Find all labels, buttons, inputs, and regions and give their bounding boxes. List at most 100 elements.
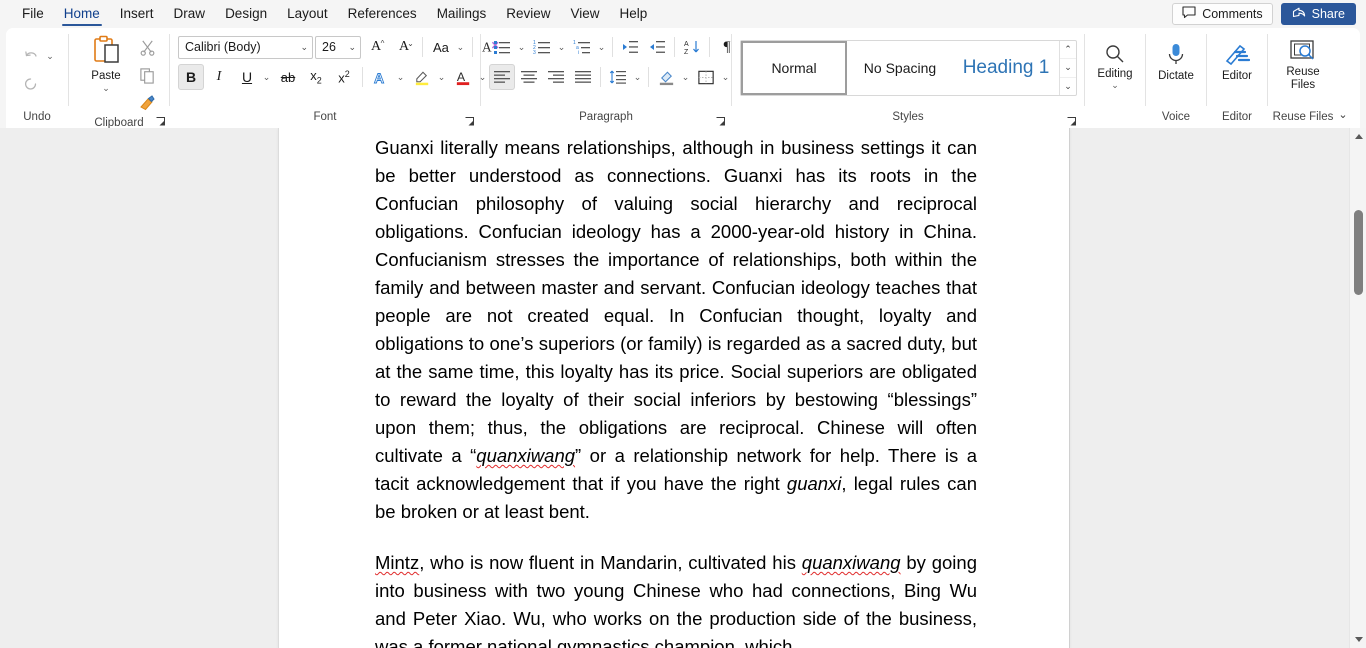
tab-home[interactable]: Home xyxy=(54,0,110,28)
tab-insert[interactable]: Insert xyxy=(110,0,164,28)
multilevel-list-button[interactable]: 1ai xyxy=(569,34,595,60)
divider xyxy=(674,37,675,57)
styles-dialog-launcher[interactable] xyxy=(1066,114,1078,126)
line-spacing-button[interactable] xyxy=(605,64,631,90)
font-row-top: Calibri (Body) ⌄ 26 ⌄ A ^ A xyxy=(178,34,504,60)
scroll-down-button[interactable] xyxy=(1350,631,1366,648)
share-label: Share xyxy=(1312,7,1345,21)
comments-button[interactable]: Comments xyxy=(1172,3,1272,25)
scrollbar-thumb[interactable] xyxy=(1354,210,1363,295)
collapse-ribbon-button[interactable]: ⌄ xyxy=(1332,104,1354,124)
tab-view[interactable]: View xyxy=(560,0,609,28)
align-center-button[interactable] xyxy=(516,64,542,90)
editor-button[interactable]: Editor xyxy=(1211,38,1263,85)
font-color-button[interactable]: A xyxy=(450,64,476,90)
bullets-dropdown-arrow[interactable]: ⌄ xyxy=(515,34,528,60)
multilevel-list-dropdown-arrow[interactable]: ⌄ xyxy=(595,34,608,60)
paragraph-2[interactable]: Mintz, who is now fluent in Mandarin, cu… xyxy=(375,549,977,648)
chevron-down-icon: ⌄ xyxy=(558,43,566,51)
tab-mailings[interactable]: Mailings xyxy=(427,0,497,28)
borders-button[interactable] xyxy=(693,64,719,90)
tab-design[interactable]: Design xyxy=(215,0,277,28)
reuse-files-button[interactable]: Reuse Files xyxy=(1275,34,1331,94)
sort-button[interactable]: AZ xyxy=(679,34,705,60)
superscript-button[interactable]: x2 xyxy=(331,64,357,90)
text-effects-button[interactable]: A xyxy=(368,64,394,90)
paragraph-dialog-launcher[interactable] xyxy=(715,114,727,126)
line-spacing-dropdown-arrow[interactable]: ⌄ xyxy=(631,64,644,90)
dictate-button[interactable]: Dictate xyxy=(1150,38,1202,85)
numbering-button[interactable]: 123 xyxy=(529,34,555,60)
styles-more-button[interactable]: ⌄ xyxy=(1060,78,1076,95)
shading-button[interactable] xyxy=(653,64,679,90)
tab-layout[interactable]: Layout xyxy=(277,0,338,28)
borders-dropdown-arrow[interactable]: ⌄ xyxy=(719,64,732,90)
document-text-body[interactable]: Guanxi literally means relationships, al… xyxy=(375,134,977,648)
align-right-button[interactable] xyxy=(543,64,569,90)
copy-button[interactable] xyxy=(134,62,160,88)
italic-button[interactable]: I xyxy=(206,64,232,90)
tab-draw[interactable]: Draw xyxy=(164,0,216,28)
share-button[interactable]: Share xyxy=(1281,3,1356,25)
underline-label: U xyxy=(242,70,252,84)
align-left-button[interactable] xyxy=(489,64,515,90)
italic-label: I xyxy=(217,70,222,84)
paste-button[interactable]: Paste ⌄ xyxy=(78,30,134,104)
reuse-files-label: Reuse Files xyxy=(1276,66,1330,92)
format-painter-button[interactable] xyxy=(134,90,160,116)
paragraph-1[interactable]: Guanxi literally means relationships, al… xyxy=(375,134,977,526)
style-heading-1[interactable]: Heading 1 xyxy=(953,41,1059,95)
run-text: Guanxi literally means relationships, al… xyxy=(375,137,977,466)
style-no-spacing[interactable]: No Spacing xyxy=(847,41,953,95)
highlight-dropdown-arrow[interactable]: ⌄ xyxy=(435,64,448,90)
run-mintz-misspelled: Mintz xyxy=(375,552,419,573)
text-effects-control: A ⌄ xyxy=(368,64,407,90)
text-effects-dropdown-arrow[interactable]: ⌄ xyxy=(394,64,407,90)
scroll-up-button[interactable] xyxy=(1350,128,1366,145)
paragraph-row-bottom: ⌄ ⌄ ⌄ xyxy=(489,64,740,90)
subscript-button[interactable]: x2 xyxy=(303,64,329,90)
tab-review[interactable]: Review xyxy=(496,0,560,28)
editing-button[interactable]: Editing ⌄ xyxy=(1089,38,1141,91)
grow-font-button[interactable]: A ^ xyxy=(363,34,389,60)
change-case-dropdown-arrow[interactable]: ⌄ xyxy=(454,34,467,60)
undo-dropdown-arrow[interactable]: ⌄ xyxy=(44,43,56,69)
increase-indent-button[interactable] xyxy=(644,34,670,60)
style-normal[interactable]: Normal xyxy=(741,41,847,95)
clipboard-dialog-launcher[interactable] xyxy=(155,114,167,126)
tab-help[interactable]: Help xyxy=(610,0,658,28)
font-family-combobox[interactable]: Calibri (Body) ⌄ xyxy=(178,36,313,59)
undo-button[interactable] xyxy=(18,43,44,69)
decrease-indent-button[interactable] xyxy=(617,34,643,60)
tab-file[interactable]: File xyxy=(12,0,54,28)
chevron-down-icon: ⌄ xyxy=(263,73,271,81)
text-highlight-color-button[interactable] xyxy=(409,64,435,90)
svg-text:A: A xyxy=(456,70,465,84)
numbering-dropdown-arrow[interactable]: ⌄ xyxy=(555,34,568,60)
shading-dropdown-arrow[interactable]: ⌄ xyxy=(679,64,692,90)
change-case-button[interactable]: Aa xyxy=(428,34,454,60)
bullets-button[interactable] xyxy=(489,34,515,60)
styles-scroll-down-button[interactable]: ⌄ xyxy=(1060,59,1076,77)
redo-button[interactable] xyxy=(18,71,44,97)
shrink-font-button[interactable]: A ⌄ xyxy=(391,34,417,60)
font-dialog-launcher[interactable] xyxy=(464,114,476,126)
ribbon-tab-bar: File Home Insert Draw Design Layout Refe… xyxy=(0,0,1366,28)
vertical-scrollbar[interactable] xyxy=(1349,128,1366,648)
bold-button[interactable]: B xyxy=(178,64,204,90)
font-size-combobox[interactable]: 26 ⌄ xyxy=(315,36,361,59)
svg-text:A: A xyxy=(374,70,384,86)
cut-button[interactable] xyxy=(134,34,160,60)
underline-button[interactable]: U xyxy=(234,64,260,90)
underline-dropdown-arrow[interactable]: ⌄ xyxy=(260,64,273,90)
strikethrough-label: ab xyxy=(281,71,295,84)
grow-font-label: A xyxy=(371,40,381,54)
ribbon-group-font: Calibri (Body) ⌄ 26 ⌄ A ^ A xyxy=(170,28,480,128)
divider xyxy=(600,67,601,87)
document-page[interactable]: Guanxi literally means relationships, al… xyxy=(278,128,1070,648)
styles-scroll-up-button[interactable]: ⌃ xyxy=(1060,41,1076,59)
justify-button[interactable] xyxy=(570,64,596,90)
strikethrough-button[interactable]: ab xyxy=(275,64,301,90)
tab-references[interactable]: References xyxy=(338,0,427,28)
chevron-down-icon: ⌄ xyxy=(102,84,110,92)
